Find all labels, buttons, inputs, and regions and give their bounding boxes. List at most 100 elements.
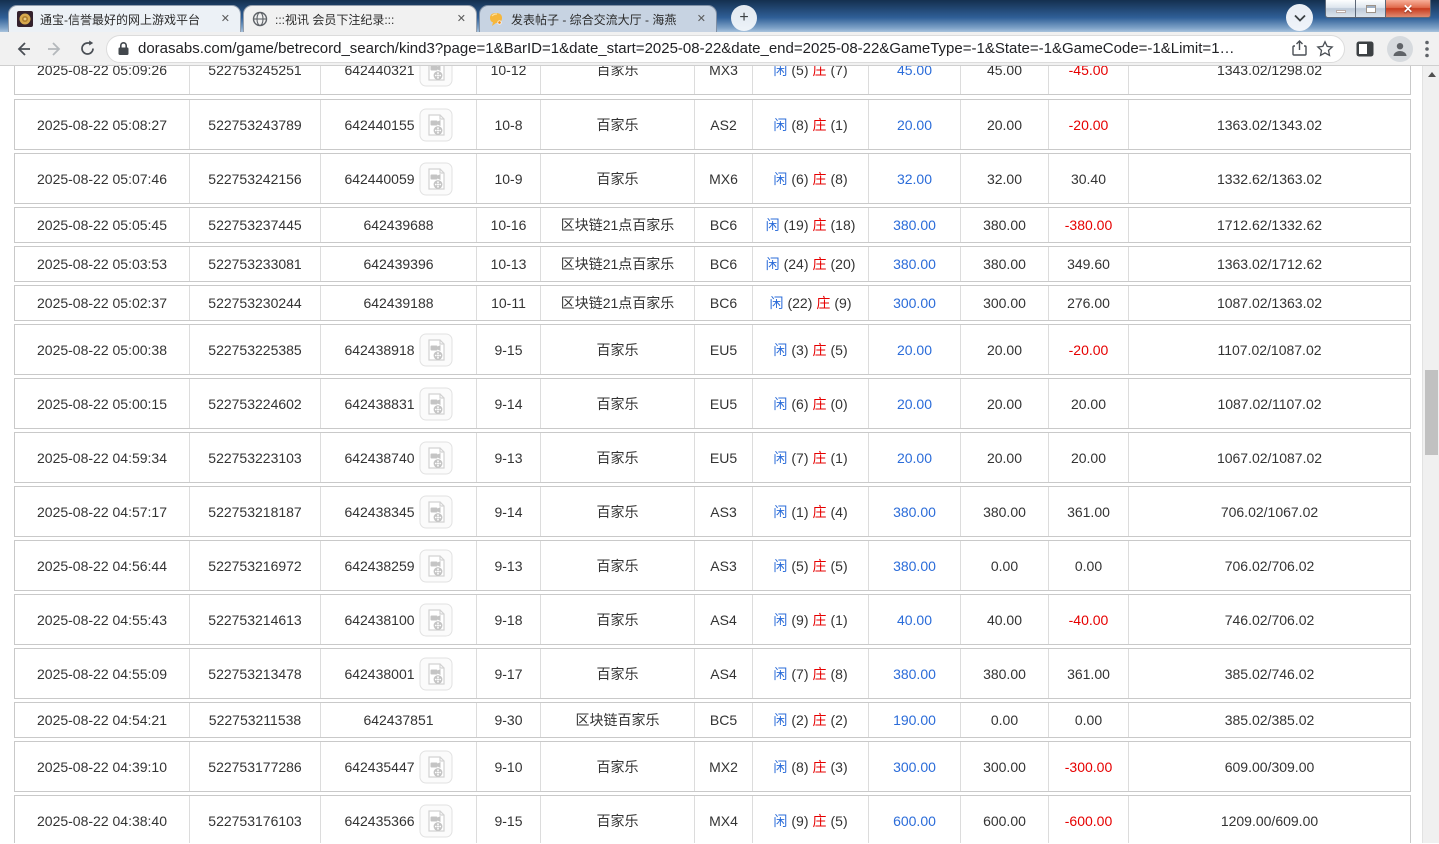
video-replay-button[interactable] [419, 333, 453, 367]
video-replay-button[interactable] [419, 162, 453, 196]
refresh-button[interactable] [74, 36, 100, 62]
minimize-button[interactable] [1325, 0, 1356, 18]
cell-table-no: 9-15 [477, 325, 541, 374]
menu-dots-icon[interactable] [1425, 40, 1429, 58]
player-result-label: 闲 [773, 394, 787, 414]
cell-result: 闲(2) 庄(2) [753, 703, 869, 737]
cell-round-id: 642440321 [321, 66, 477, 94]
player-result-label: 闲 [773, 115, 787, 135]
video-file-icon [419, 657, 453, 691]
result-count: (3) [791, 342, 808, 358]
cell-game-name: 百家乐 [541, 325, 695, 374]
result-count: (9) [791, 813, 808, 829]
video-replay-button[interactable] [419, 66, 453, 87]
cell-round-id: 642438345 [321, 487, 477, 536]
profile-avatar[interactable] [1387, 36, 1413, 62]
cell-valid-amount: 380.00 [961, 208, 1049, 242]
bet-record-table: 2025-08-22 05:09:26522753245251642440321… [14, 66, 1411, 843]
cell-balance: 1363.02/1712.62 [1129, 247, 1410, 281]
tab-title: :::视讯 会员下注纪录::: [275, 11, 448, 28]
cell-bet-id: 522753177286 [190, 742, 321, 791]
cell-balance: 385.02/385.02 [1129, 703, 1410, 737]
cell-round-id: 642440155 [321, 100, 477, 149]
cell-valid-amount: 300.00 [961, 286, 1049, 320]
cell-win-loss: 20.00 [1049, 433, 1129, 482]
tab-forum-post[interactable]: 发表帖子 - 综合交流大厅 - 海燕 ✕ [479, 5, 717, 32]
forward-button[interactable] [42, 36, 68, 62]
tab-strip: 通宝-信誉最好的网上游戏平台 ✕ :::视讯 会员下注纪录::: ✕ 发表帖子 … [0, 0, 1439, 32]
table-row: 2025-08-22 04:38:40522753176103642435366… [14, 795, 1411, 843]
close-button[interactable]: ✕ [1385, 0, 1431, 18]
coin-emblem-icon [17, 11, 33, 27]
tab-close-icon[interactable]: ✕ [695, 14, 708, 25]
cell-table-no: 9-14 [477, 379, 541, 428]
round-id: 642439188 [363, 295, 433, 311]
video-replay-button[interactable] [419, 603, 453, 637]
video-replay-button[interactable] [419, 108, 453, 142]
result-count: (19) [784, 217, 809, 233]
cell-time: 2025-08-22 04:55:43 [15, 595, 190, 644]
result-count: (7) [831, 66, 848, 78]
cell-round-id: 642438918 [321, 325, 477, 374]
table-row: 2025-08-22 05:07:46522753242156642440059… [14, 153, 1411, 204]
maximize-button[interactable] [1356, 0, 1385, 18]
back-button[interactable] [10, 36, 36, 62]
new-tab-button[interactable]: + [731, 5, 757, 31]
tab-bet-records[interactable]: :::视讯 会员下注纪录::: ✕ [243, 5, 477, 32]
cell-bet-amount: 300.00 [869, 286, 961, 320]
banker-result-label: 庄 [813, 448, 827, 468]
table-row: 2025-08-22 05:00:15522753224602642438831… [14, 378, 1411, 429]
result-count: (3) [831, 759, 848, 775]
cell-round-id: 642438831 [321, 379, 477, 428]
result-count: (8) [831, 171, 848, 187]
video-file-icon [419, 750, 453, 784]
scrollbar-up-button[interactable] [1423, 66, 1439, 83]
video-replay-button[interactable] [419, 441, 453, 475]
video-file-icon [419, 162, 453, 196]
result-count: (7) [791, 450, 808, 466]
round-id: 642438831 [344, 396, 414, 412]
video-replay-button[interactable] [419, 750, 453, 784]
result-count: (6) [791, 171, 808, 187]
refresh-icon [79, 40, 96, 57]
result-count: (8) [791, 117, 808, 133]
cell-time: 2025-08-22 05:07:46 [15, 154, 190, 203]
cell-valid-amount: 300.00 [961, 742, 1049, 791]
result-count: (5) [831, 558, 848, 574]
cell-balance: 1209.00/609.00 [1129, 796, 1410, 843]
tab-search-chevron-button[interactable] [1286, 4, 1313, 31]
cell-bet-amount: 380.00 [869, 649, 961, 698]
cell-game-name: 百家乐 [541, 100, 695, 149]
video-replay-button[interactable] [419, 549, 453, 583]
cell-balance: 385.02/746.02 [1129, 649, 1410, 698]
cell-bet-amount: 300.00 [869, 742, 961, 791]
cell-time: 2025-08-22 05:05:45 [15, 208, 190, 242]
page-content: 2025-08-22 05:09:26522753245251642440321… [0, 66, 1439, 843]
cell-time: 2025-08-22 04:56:44 [15, 541, 190, 590]
cell-bet-amount: 380.00 [869, 487, 961, 536]
url-input[interactable] [138, 40, 1283, 57]
round-id: 642439396 [363, 256, 433, 272]
share-icon[interactable] [1291, 40, 1308, 57]
vertical-scrollbar[interactable] [1422, 66, 1439, 843]
video-replay-button[interactable] [419, 804, 453, 838]
cell-round-id: 642438100 [321, 595, 477, 644]
cell-valid-amount: 20.00 [961, 433, 1049, 482]
address-bar[interactable] [106, 35, 1345, 63]
scrollbar-thumb[interactable] [1425, 370, 1438, 455]
cell-room-code: AS4 [695, 649, 753, 698]
video-replay-button[interactable] [419, 495, 453, 529]
video-replay-button[interactable] [419, 657, 453, 691]
cell-win-loss: -40.00 [1049, 595, 1129, 644]
side-panel-icon[interactable] [1355, 39, 1375, 59]
cell-time: 2025-08-22 05:00:38 [15, 325, 190, 374]
video-replay-button[interactable] [419, 387, 453, 421]
tab-tongbao[interactable]: 通宝-信誉最好的网上游戏平台 ✕ [8, 5, 241, 32]
table-row: 2025-08-22 04:59:34522753223103642438740… [14, 432, 1411, 483]
bookmark-star-icon[interactable] [1316, 40, 1334, 58]
tab-close-icon[interactable]: ✕ [219, 14, 232, 25]
cell-bet-amount: 20.00 [869, 379, 961, 428]
banker-result-label: 庄 [813, 502, 827, 522]
player-result-label: 闲 [766, 254, 780, 274]
tab-close-icon[interactable]: ✕ [455, 14, 468, 25]
